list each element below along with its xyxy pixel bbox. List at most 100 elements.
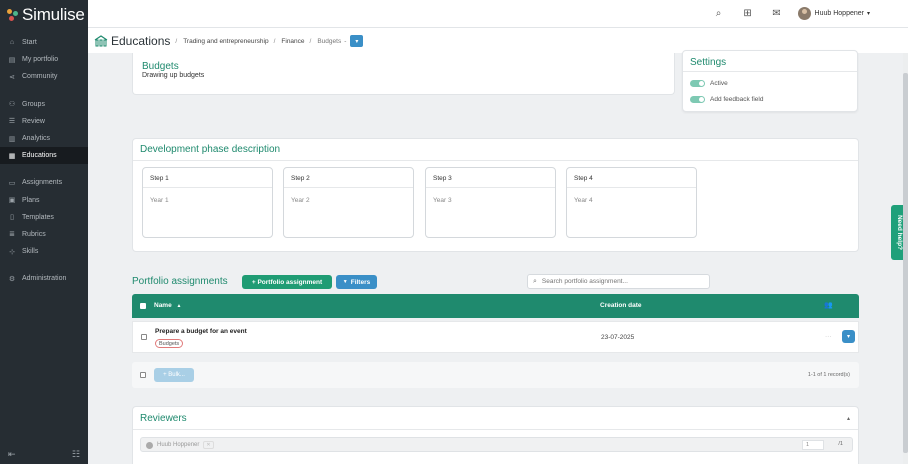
step-card-1: Step 1 Year 1 (142, 167, 273, 238)
assignment-tag: Budgets (155, 339, 184, 348)
collapse-sidebar-icon[interactable]: ☷ (72, 449, 80, 460)
filters-label: Filters (350, 278, 371, 286)
page-input[interactable]: 1 (802, 440, 824, 450)
reviewer-select[interactable]: Huub Hoppener ✕ 1 /1 (140, 437, 853, 452)
reviewers-title: Reviewers (140, 413, 187, 424)
step-label: Step 2 (291, 175, 310, 182)
need-help-label: Need help? (896, 214, 904, 251)
row-checkbox[interactable] (141, 334, 147, 340)
scrollbar-thumb[interactable] (903, 73, 908, 453)
active-toggle[interactable] (690, 80, 705, 87)
breadcrumb-separator: / (309, 37, 312, 45)
row-action-button[interactable]: ▾ (842, 330, 855, 343)
sidebar-item-label: Templates (22, 213, 54, 221)
breadcrumb-separator: / (273, 37, 276, 45)
user-menu[interactable]: Huub Hoppener ▾ (797, 6, 870, 20)
sidebar-item-label: Rubrics (22, 230, 46, 238)
sidebar-item-plans[interactable]: ▣ Plans (0, 192, 88, 209)
setting-active: Active (690, 80, 728, 87)
setting-feedback: Add feedback field (690, 96, 763, 103)
search-icon: ⌕ (533, 277, 537, 285)
people-icon: 👥 (824, 302, 833, 309)
bulk-action-bar: + Bulk... 1-1 of 1 record(s) (132, 362, 859, 388)
filters-button[interactable]: ▼ Filters (336, 275, 377, 289)
sidebar-item-review[interactable]: ☰ Review (0, 113, 88, 130)
breadcrumb-item-budgets: Budgets (317, 37, 342, 45)
table-row[interactable]: Prepare a budget for an event Budgets 23… (132, 321, 859, 353)
avatar (146, 441, 153, 449)
assignment-name[interactable]: Prepare a budget for an event (155, 328, 247, 335)
sidebar-item-groups[interactable]: ⚇ Groups (0, 96, 88, 113)
app-name: Simulise (22, 5, 85, 24)
sidebar-item-start[interactable]: ⌂ Start (0, 34, 88, 51)
step-text: Year 1 (150, 197, 169, 204)
sidebar-item-skills[interactable]: ⊹ Skills (0, 243, 88, 260)
admin-icon: ⚙ (8, 275, 16, 283)
active-label: Active (710, 80, 728, 87)
breadcrumb: Educations / Trading and entrepreneurshi… (94, 34, 364, 48)
sidebar-item-administration[interactable]: ⚙ Administration (0, 270, 88, 287)
sidebar-item-assignments[interactable]: ▭ Assignments (0, 174, 88, 191)
breadcrumb-dropdown-button[interactable]: ▾ (350, 35, 364, 47)
sidebar-item-community[interactable]: ⋖ Community (0, 68, 88, 85)
remove-icon[interactable]: ✕ (203, 441, 214, 449)
sidebar-item-my-portfolio[interactable]: ▤ My portfolio (0, 51, 88, 68)
record-count: 1-1 of 1 record(s) (807, 372, 850, 378)
chart-icon: ▥ (8, 135, 16, 143)
sidebar-item-label: Analytics (22, 135, 51, 143)
sidebar-item-label: Community (22, 73, 58, 81)
breadcrumb-item-trading[interactable]: Trading and entrepreneurship (183, 38, 268, 45)
logout-icon[interactable]: ⇤ (8, 449, 16, 460)
avatar (797, 6, 811, 20)
search-input[interactable] (541, 278, 702, 285)
sort-asc-icon: ▲ (176, 303, 182, 309)
sidebar-item-rubrics[interactable]: ≣ Rubrics (0, 226, 88, 243)
sidebar-item-analytics[interactable]: ▥ Analytics (0, 130, 88, 147)
feedback-toggle[interactable] (690, 96, 705, 103)
collapse-icon[interactable]: ▴ (847, 415, 850, 422)
education-header-card: Budgets Drawing up budgets (132, 53, 675, 95)
sidebar-item-label: Start (22, 39, 37, 47)
more-icon: ··· (825, 333, 832, 340)
bulk-button[interactable]: + Bulk... (154, 368, 194, 382)
step-text: Year 4 (574, 197, 593, 204)
column-creation-date[interactable]: Creation date (600, 302, 642, 309)
settings-title: Settings (690, 57, 727, 68)
chevron-down-icon: ▾ (355, 38, 359, 45)
sidebar-item-label: My portfolio (22, 56, 59, 64)
sidebar: Simulise ⌂ Start ▤ My portfolio ⋖ Community… (0, 0, 88, 464)
user-name: Huub Hoppener (814, 9, 864, 17)
search-icon[interactable]: ⌕ (712, 6, 726, 20)
column-name-label: Name (154, 302, 172, 309)
table-header: Name ▲ Creation date 👥 (132, 294, 859, 318)
app-logo[interactable]: Simulise (0, 0, 88, 30)
education-title: Budgets (142, 61, 179, 72)
apps-grid-icon[interactable]: ⊞ (741, 6, 755, 20)
add-portfolio-assignment-button[interactable]: + Portfolio assignment (242, 275, 332, 289)
inbox-icon[interactable]: ✉ (770, 6, 784, 20)
step-card-3: Step 3 Year 3 (425, 167, 556, 238)
page-total: /1 (838, 441, 843, 447)
sidebar-item-educations[interactable]: ▦ Educations (0, 147, 88, 165)
education-subtitle: Drawing up budgets (142, 72, 205, 79)
filter-icon: ▼ (342, 279, 348, 285)
reviewer-chip: Huub Hoppener ✕ (146, 441, 214, 449)
briefcase-icon: ▤ (8, 56, 16, 64)
bulk-select-checkbox[interactable] (140, 372, 146, 378)
sidebar-item-label: Review (22, 117, 45, 125)
scrollbar[interactable] (903, 53, 908, 464)
development-title: Development phase description (140, 144, 281, 155)
book-icon: ▭ (8, 179, 16, 187)
sidebar-item-templates[interactable]: ▯ Templates (0, 209, 88, 226)
column-name[interactable]: Name ▲ (154, 302, 181, 309)
page-title[interactable]: Educations (111, 34, 170, 48)
sidebar-item-label: Educations (22, 152, 57, 160)
portfolio-search: ⌕ (527, 274, 710, 289)
educations-icon (94, 35, 108, 47)
topbar: ⌕ ⊞ ✉ Huub Hoppener ▾ (88, 0, 908, 28)
educations-icon: ▦ (8, 152, 16, 160)
breadcrumb-item-finance[interactable]: Finance (281, 38, 304, 45)
select-all-checkbox[interactable] (140, 303, 146, 309)
home-icon: ⌂ (9, 39, 15, 47)
breadcrumb-separator: / (175, 37, 178, 45)
